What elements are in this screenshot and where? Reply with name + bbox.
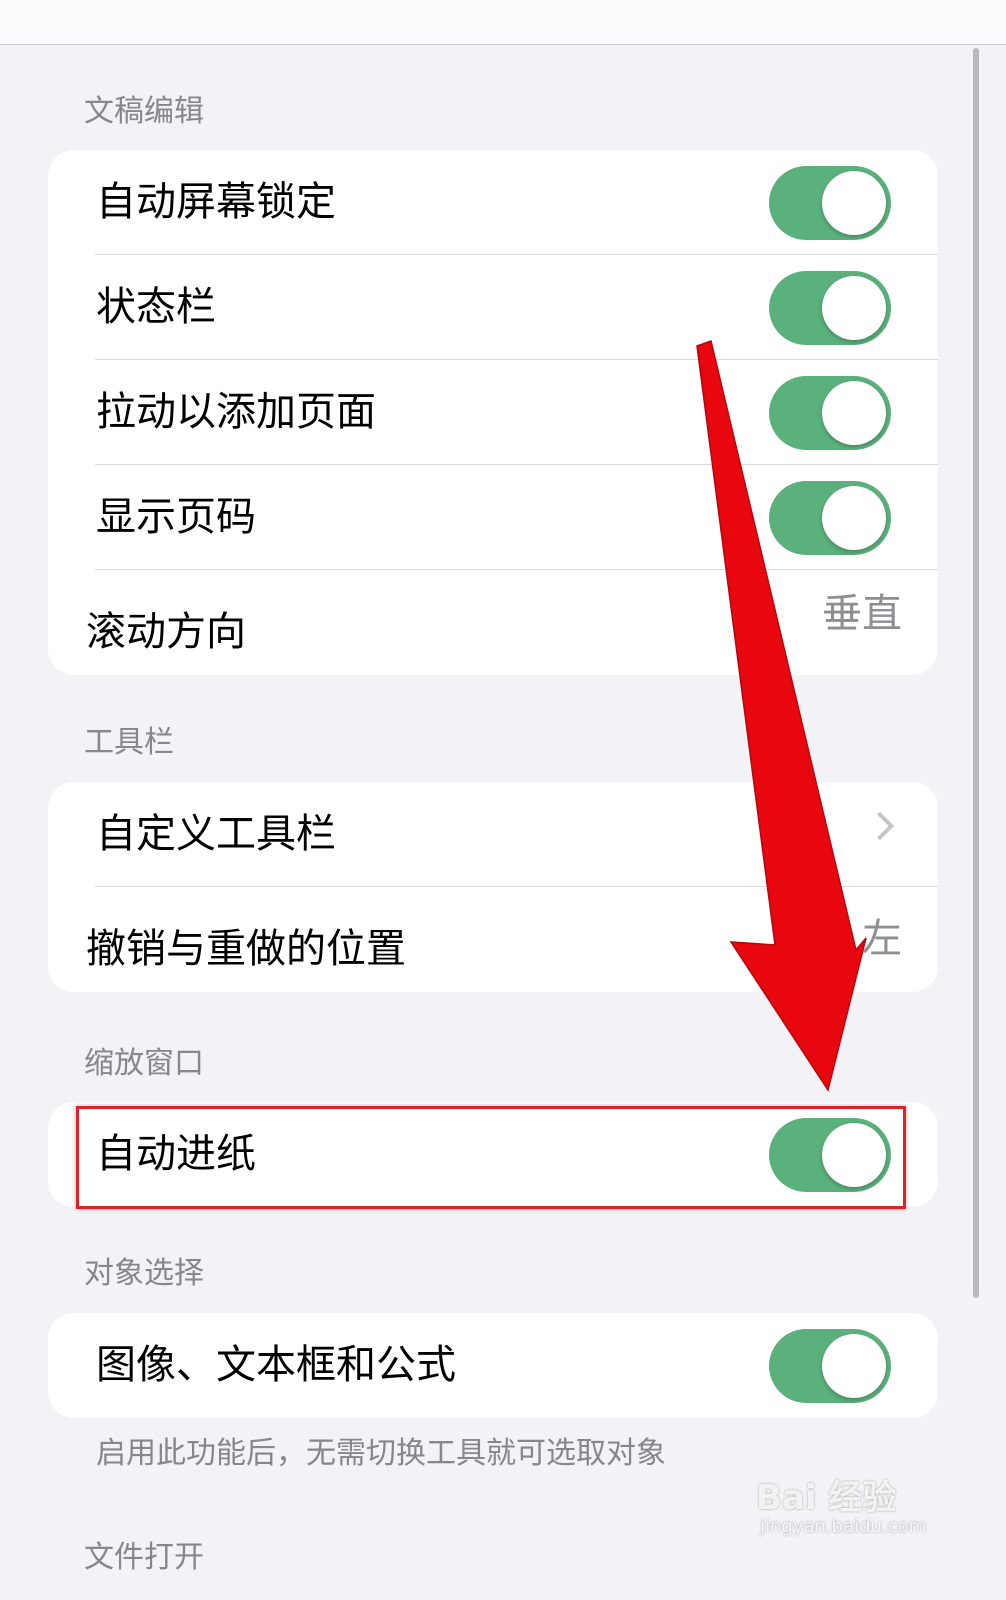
zoom-window-group: 自动进纸 xyxy=(48,1102,938,1207)
auto-paper-feed-label: 自动进纸 xyxy=(96,1131,256,1177)
toggle-knob xyxy=(822,486,886,550)
section-header-zoom-window: 缩放窗口 xyxy=(84,1046,204,1081)
toggle-knob xyxy=(822,276,886,340)
undo-redo-position-value: 左 xyxy=(862,916,902,962)
watermark-url: jingyan.baidu.com xyxy=(760,1516,927,1537)
images-textboxes-formulas-toggle[interactable] xyxy=(769,1329,891,1403)
toggle-knob xyxy=(822,1123,886,1187)
pull-to-add-page-label: 拉动以添加页面 xyxy=(96,389,376,435)
pull-to-add-page-toggle[interactable] xyxy=(769,376,891,450)
watermark-brand: Bai 经验 xyxy=(756,1478,897,1518)
row-auto-screen-lock: 自动屏幕锁定 xyxy=(48,150,938,255)
undo-redo-position-label: 撤销与重做的位置 xyxy=(86,926,406,972)
row-show-page-numbers: 显示页码 xyxy=(48,465,938,570)
scroll-direction-value: 垂直 xyxy=(822,591,902,637)
auto-screen-lock-toggle[interactable] xyxy=(769,166,891,240)
row-images-textboxes-formulas: 图像、文本框和公式 xyxy=(48,1313,938,1418)
section-header-doc-edit: 文稿编辑 xyxy=(84,94,204,129)
auto-paper-feed-toggle[interactable] xyxy=(769,1118,891,1192)
doc-edit-group: 自动屏幕锁定 状态栏 拉动以添加页面 显示页码 滚动方向 垂直 xyxy=(48,150,938,675)
scroll-direction-label: 滚动方向 xyxy=(86,609,246,655)
show-page-numbers-label: 显示页码 xyxy=(96,494,256,540)
top-bar xyxy=(0,0,1006,45)
scrollbar[interactable] xyxy=(973,48,979,1298)
toggle-knob xyxy=(822,381,886,445)
row-auto-paper-feed: 自动进纸 xyxy=(48,1102,938,1207)
toggle-knob xyxy=(822,1334,886,1398)
auto-screen-lock-label: 自动屏幕锁定 xyxy=(96,179,336,225)
object-select-footer-note: 启用此功能后，无需切换工具就可选取对象 xyxy=(96,1436,666,1471)
status-bar-label: 状态栏 xyxy=(96,284,216,330)
baidu-jingyan-watermark: Bai 经验 jingyan.baidu.com xyxy=(756,1466,936,1546)
show-page-numbers-toggle[interactable] xyxy=(769,481,891,555)
row-scroll-direction[interactable]: 滚动方向 垂直 xyxy=(48,570,938,675)
status-bar-toggle[interactable] xyxy=(769,271,891,345)
row-undo-redo-position[interactable]: 撤销与重做的位置 左 xyxy=(48,887,938,992)
object-select-group: 图像、文本框和公式 xyxy=(48,1313,938,1418)
customize-toolbar-label: 自定义工具栏 xyxy=(96,811,336,857)
toolbar-group: 自定义工具栏 撤销与重做的位置 左 xyxy=(48,782,938,992)
chevron-right-icon xyxy=(865,811,895,841)
section-header-file-open: 文件打开 xyxy=(84,1540,204,1575)
section-header-object-select: 对象选择 xyxy=(84,1256,204,1291)
toggle-knob xyxy=(822,171,886,235)
row-pull-to-add-page: 拉动以添加页面 xyxy=(48,360,938,465)
section-header-toolbar: 工具栏 xyxy=(84,725,174,760)
row-status-bar: 状态栏 xyxy=(48,255,938,360)
images-textboxes-formulas-label: 图像、文本框和公式 xyxy=(96,1342,456,1388)
row-customize-toolbar[interactable]: 自定义工具栏 xyxy=(48,782,938,887)
